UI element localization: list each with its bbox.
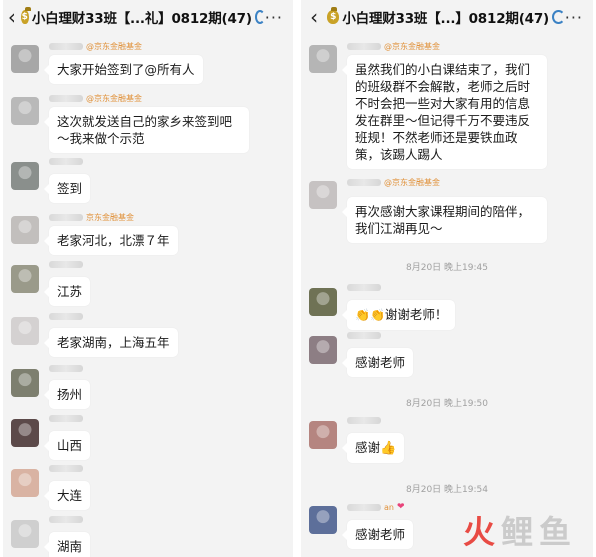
sender-name bbox=[347, 417, 384, 424]
avatar[interactable] bbox=[11, 216, 39, 244]
avatar[interactable] bbox=[309, 506, 337, 534]
avatar[interactable] bbox=[11, 97, 39, 125]
message-bubble[interactable]: 感谢老师 bbox=[341, 348, 414, 377]
sender-name bbox=[49, 415, 86, 422]
sender-name: 京东金融基金 bbox=[49, 212, 134, 223]
sender-name bbox=[49, 261, 86, 268]
message-bubble[interactable]: 👏👏谢谢老师！ bbox=[341, 300, 456, 330]
clap-emoji-icon: 👏👏 bbox=[355, 308, 385, 322]
avatar[interactable] bbox=[309, 288, 337, 316]
message-bubble[interactable]: 老家河北，北漂７年 bbox=[44, 226, 178, 255]
avatar[interactable] bbox=[11, 317, 39, 345]
sender-name: @京东金融基金 bbox=[49, 93, 142, 104]
sender-name bbox=[347, 332, 384, 339]
timestamp: 8月20日 晚上19:50 bbox=[406, 399, 488, 409]
message-bubble[interactable]: 感谢老师 bbox=[341, 520, 414, 549]
loading-spinner-icon bbox=[254, 10, 265, 24]
left-chat-panel: ‹ $ 小白理财33班【...礼】0812期(47) ··· @京东金融基金 大… bbox=[3, 0, 293, 557]
avatar[interactable] bbox=[309, 421, 337, 449]
timestamp: 8月20日 晚上19:45 bbox=[406, 263, 488, 273]
thumbs-up-emoji-icon: 👍 bbox=[380, 441, 397, 456]
sender-name bbox=[49, 465, 86, 472]
avatar[interactable] bbox=[11, 45, 39, 73]
avatar[interactable] bbox=[309, 336, 337, 364]
message-bubble[interactable]: 再次感谢大家课程期间的陪伴，我们江湖再见～ bbox=[342, 197, 547, 243]
avatar[interactable] bbox=[309, 181, 337, 209]
back-icon[interactable]: ‹ bbox=[301, 7, 327, 27]
watermark-logo: 火鲤鱼 bbox=[462, 513, 573, 551]
chat-header: ‹ $ 小白理财33班【...】0812期(47) ··· bbox=[301, 0, 593, 34]
message-bubble[interactable]: 湖南 bbox=[43, 532, 91, 557]
avatar[interactable] bbox=[11, 265, 39, 293]
sender-name: an ❤ bbox=[347, 502, 405, 512]
sender-name bbox=[49, 365, 86, 372]
avatar[interactable] bbox=[309, 45, 337, 73]
right-chat-panel: ‹ $ 小白理财33班【...】0812期(47) ··· @京东金融基金 虽然… bbox=[301, 0, 593, 557]
message-bubble[interactable]: 这次就发送自己的家乡来签到吧～我来做个示范 bbox=[44, 107, 249, 153]
message-bubble[interactable]: 感谢👍 bbox=[341, 433, 405, 463]
panel-divider bbox=[296, 0, 298, 557]
sender-name bbox=[347, 284, 384, 291]
money-bag-icon: $ bbox=[327, 7, 340, 24]
sender-name: @京东金融基金 bbox=[49, 41, 142, 52]
chat-header: ‹ $ 小白理财33班【...礼】0812期(47) ··· bbox=[3, 0, 293, 34]
heart-icon: ❤ bbox=[396, 502, 405, 512]
timestamp: 8月20日 晚上19:54 bbox=[406, 485, 488, 495]
message-bubble[interactable]: 扬州 bbox=[43, 380, 91, 409]
back-icon[interactable]: ‹ bbox=[3, 7, 21, 27]
sender-name bbox=[49, 158, 86, 165]
avatar[interactable] bbox=[11, 162, 39, 190]
avatar[interactable] bbox=[11, 469, 39, 497]
avatar[interactable] bbox=[11, 369, 39, 397]
message-bubble[interactable]: 签到 bbox=[43, 174, 91, 203]
message-bubble[interactable]: 大家开始签到了@所有人 bbox=[44, 55, 203, 84]
money-bag-icon: $ bbox=[20, 7, 31, 24]
sender-name: @京东金融基金 bbox=[347, 41, 440, 52]
message-bubble[interactable]: 虽然我们的小白课结束了，我们的班级群不会解散，老师之后时不时会把一些对大家有用的… bbox=[342, 55, 547, 169]
sender-name: @京东金融基金 bbox=[347, 177, 440, 188]
chat-title: 小白理财33班【...礼】0812期(47) bbox=[31, 11, 252, 27]
message-bubble[interactable]: 山西 bbox=[43, 431, 91, 460]
avatar[interactable] bbox=[11, 520, 39, 548]
sender-name bbox=[49, 313, 86, 320]
more-options-icon[interactable]: ··· bbox=[265, 8, 283, 27]
sender-name bbox=[49, 516, 86, 523]
message-bubble[interactable]: 老家湖南，上海五年 bbox=[44, 328, 178, 357]
message-bubble[interactable]: 江苏 bbox=[43, 277, 91, 306]
message-bubble[interactable]: 大连 bbox=[43, 481, 91, 510]
avatar[interactable] bbox=[11, 419, 39, 447]
loading-spinner-icon bbox=[552, 10, 565, 24]
chat-title: 小白理财33班【...】0812期(47) bbox=[342, 11, 550, 27]
more-options-icon[interactable]: ··· bbox=[565, 8, 583, 27]
